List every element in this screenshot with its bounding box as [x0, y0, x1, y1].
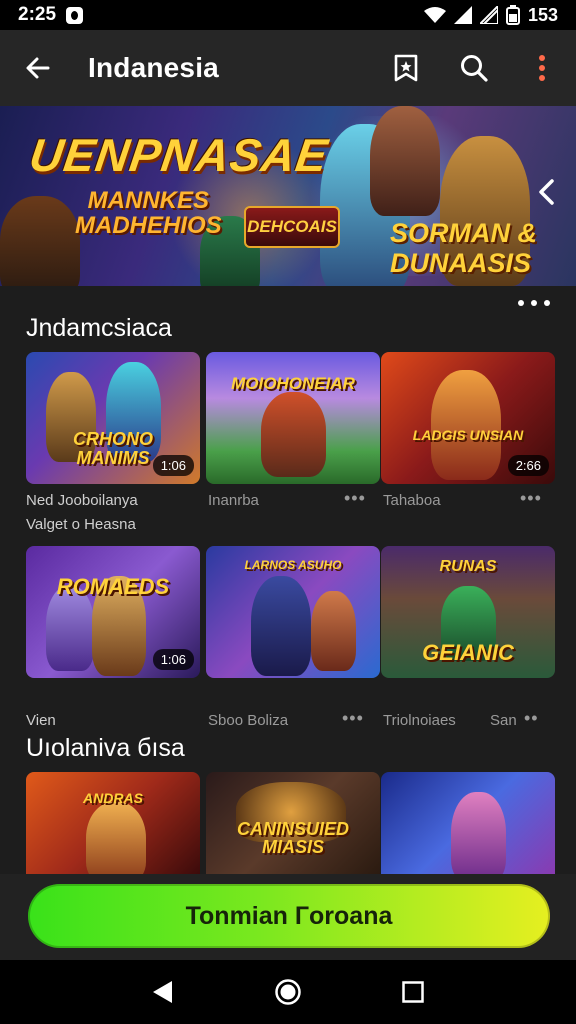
primary-action-button[interactable]: Tonmian Гoroana: [28, 884, 550, 948]
banner-subtitle-line1: MANNKES: [87, 187, 209, 214]
game-card[interactable]: LADGIS UNSIAN 2:66: [381, 352, 555, 484]
card-badge: 1:06: [152, 649, 194, 670]
card-art-title: LARNOS ASUHO: [244, 558, 342, 572]
banner-hero-figure: [0, 196, 80, 286]
section-title: Jndamcsiaca: [26, 314, 172, 342]
page-title: Indanesia: [88, 52, 219, 83]
banner-hero-figure: [370, 106, 440, 216]
banner-right-line2: DUNAASIS: [390, 248, 532, 278]
banner-subtitle: MANNKES MADHEHIOS: [75, 188, 222, 238]
arrow-left-icon: [26, 57, 50, 79]
banner-right-line1: SORMAN &: [390, 218, 537, 248]
banner-title: UENPNASAE: [26, 129, 332, 181]
back-button[interactable]: [0, 30, 76, 106]
banner-badge: DEHCOAIS: [244, 206, 340, 248]
game-card[interactable]: RUNAS GEIANIC: [381, 546, 555, 678]
featured-banner[interactable]: UENPNASAE MANNKES MADHEHIOS DEHCOAIS SOR…: [0, 106, 576, 286]
square-recents-icon: [402, 981, 425, 1003]
chevron-left-icon: [539, 179, 554, 205]
section-title: Uıolaniva бısa: [26, 734, 185, 762]
nav-home-button[interactable]: [258, 962, 318, 1022]
card-more-icon[interactable]: •••: [344, 488, 366, 509]
card-more-icon[interactable]: •••: [342, 708, 364, 729]
notification-app-icon: [66, 6, 84, 24]
banner-right-title: SORMAN & DUNAASIS: [390, 218, 537, 278]
game-card[interactable]: LARNOS ASUHO: [206, 546, 380, 678]
card-more-icon[interactable]: •••: [520, 488, 542, 509]
nav-back-button[interactable]: [133, 962, 193, 1022]
more-vertical-icon: [539, 55, 545, 81]
card-badge: 2:66: [507, 455, 549, 476]
app-bar: Indanesia: [0, 30, 576, 106]
game-card[interactable]: MOIOHONEIAR: [206, 352, 380, 484]
card-art-title: ROMAEDS: [56, 574, 170, 599]
triangle-back-icon: [152, 981, 172, 1003]
bookmark-star-icon: [394, 54, 418, 82]
banner-subtitle-line2: MADHEHIOS: [75, 212, 222, 239]
card-art-title: GEIANIC: [422, 640, 514, 665]
card-label-2: San: [490, 712, 517, 729]
battery-level: 153: [527, 4, 558, 25]
card-label: Ned Jooboilanya: [26, 492, 138, 509]
card-art-title: LADGIS UNSIAN: [412, 427, 524, 443]
card-art-title: MOIOHONEIAR: [231, 374, 355, 393]
card-label: Tahaboa: [383, 492, 441, 509]
card-label: Triolnoiaes: [383, 712, 456, 729]
battery-icon: [505, 5, 520, 25]
more-options-button[interactable]: [518, 294, 550, 312]
game-card[interactable]: CANINSUIED MIASIS: [206, 772, 380, 876]
search-icon: [461, 55, 488, 82]
card-label: Inanrba: [208, 492, 259, 509]
status-icons: 153: [423, 4, 558, 26]
game-card[interactable]: ROMAEDS 1:06: [26, 546, 200, 678]
card-more-icon[interactable]: ••: [524, 708, 539, 729]
card-art-title: CANINSUIED MIASIS: [236, 819, 349, 857]
wifi-icon: [423, 6, 446, 23]
system-navigation-bar: [0, 960, 576, 1024]
game-card[interactable]: ANDRAS: [26, 772, 200, 876]
card-art-title-top: RUNAS: [439, 558, 497, 575]
more-menu-button[interactable]: [508, 30, 576, 106]
card-sublabel: Valget o Heasna: [26, 516, 136, 533]
signal-icon: [453, 6, 472, 24]
status-time: 2:25: [18, 4, 57, 25]
card-label: Sboo Boliza: [208, 712, 289, 729]
card-badge: 1:06: [152, 455, 194, 476]
card-label: Vien: [26, 712, 56, 729]
banner-prev-button[interactable]: [536, 178, 556, 211]
game-card[interactable]: CRHONO MANIMS 1:06: [26, 352, 200, 484]
circle-home-icon: [275, 979, 301, 1005]
search-button[interactable]: [440, 30, 508, 106]
bookmark-button[interactable]: [372, 30, 440, 106]
signal-icon-2: [479, 6, 498, 24]
status-bar: 2:25 153: [0, 0, 576, 30]
game-card[interactable]: [381, 772, 555, 876]
nav-recents-button[interactable]: [383, 962, 443, 1022]
card-art-title: ANDRAS: [83, 790, 143, 806]
primary-action-label: Tonmian Гoroana: [185, 901, 393, 930]
